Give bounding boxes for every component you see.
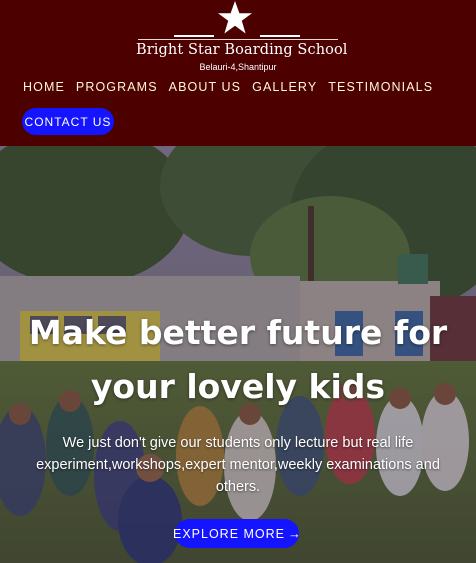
hero-subtitle: We just don't give our students only lec… <box>36 435 440 495</box>
school-logo[interactable]: Bright Star Boarding School Belauri-4,Sh… <box>136 0 348 74</box>
nav-item-testimonials[interactable]: TESTIMONIALS <box>328 80 433 96</box>
hero-section: Make better future for your lovely kids … <box>0 146 476 563</box>
school-name: Bright Star Boarding School <box>136 42 348 58</box>
star-icon <box>218 1 252 34</box>
explore-more-label: EXPLORE MORE <box>172 526 286 541</box>
hero-title: Make better future for your lovely kids <box>0 306 476 414</box>
explore-more-button[interactable]: EXPLORE MORE → <box>172 519 302 548</box>
logo-divider <box>260 35 300 37</box>
hero-title-line: Make better future for <box>28 313 448 352</box>
site-header: Bright Star Boarding School Belauri-4,Sh… <box>0 0 476 146</box>
arrow-right-icon: → <box>288 526 302 541</box>
contact-us-button[interactable]: CONTACT US <box>22 108 114 135</box>
logo-divider <box>138 39 338 40</box>
logo-divider <box>174 35 214 37</box>
main-nav: HOME PROGRAMS ABOUT US GALLERY TESTIMONI… <box>23 80 444 96</box>
nav-item-about-us[interactable]: ABOUT US <box>169 80 241 96</box>
hero-title-line: your lovely kids <box>90 367 386 406</box>
nav-item-gallery[interactable]: GALLERY <box>252 80 317 96</box>
nav-item-home[interactable]: HOME <box>23 80 65 96</box>
nav-item-programs[interactable]: PROGRAMS <box>76 80 158 96</box>
school-address: Belauri-4,Shantipur <box>199 62 277 72</box>
